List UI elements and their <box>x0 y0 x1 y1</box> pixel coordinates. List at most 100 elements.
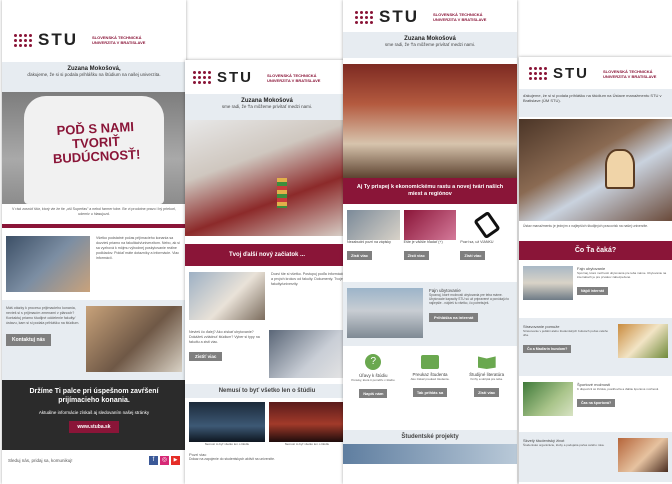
icon-col-3-text: Knihy a skriptá pre teba. <box>470 377 503 381</box>
email-header: STU SLOVENSKÁ TECHNICKÁ UNIVERZITA V BRA… <box>185 60 349 94</box>
hero-photo-cartoon-students <box>519 119 672 221</box>
instagram-icon[interactable]: ◎ <box>160 455 169 465</box>
website-button[interactable]: www.stuba.sk <box>69 421 119 433</box>
contact-button[interactable]: Kontaktuj nás <box>6 334 52 346</box>
tile-3-title: Pozri sa, už VIANKU <box>460 240 494 244</box>
item-3-button[interactable]: Čas na športová? <box>577 399 616 407</box>
thanks-text: ďakujeme, že si si podala prihlášku na š… <box>523 93 662 103</box>
info-block-2-text: Máš otázky k procesu prijímacieho konani… <box>6 306 80 325</box>
section-banner: Aj Ty prispej k ekonomickému rastu a nov… <box>343 178 517 204</box>
photo-caption: Ústav manažmentu je jedným z najlepších … <box>523 224 649 228</box>
row-1: Dozvi šte si všetko. Postupuj podľa info… <box>185 266 349 326</box>
email-header: STU SLOVENSKÁ TECHNICKÁ UNIVERZITA V BRA… <box>343 0 517 32</box>
housing-block: Fajn ubytovanie Spoznaj, ktoré možnosti … <box>343 282 517 346</box>
icon-col-3-button[interactable]: Zistí viac <box>474 388 500 397</box>
hero-photo-jenga <box>185 120 349 236</box>
photo-dormitory <box>347 288 423 338</box>
event-col-1: Nemusí to byť všetko len o štúdiu <box>189 402 265 446</box>
icon-col-1-button[interactable]: Napíš nám <box>359 389 388 398</box>
youtube-icon[interactable]: ▶ <box>171 455 180 465</box>
info-block-2-body: Máš otázky k procesu prijímacieho konani… <box>6 306 80 374</box>
photo-caption: V ráci zosnúť štúr, ktorý vie že tie „oš… <box>12 207 176 216</box>
logo-wordmark: STU <box>38 30 78 49</box>
item-3-body: Športové možnosti K dispozícii sú ihrisk… <box>577 382 668 426</box>
photo-laptop-group <box>189 272 265 320</box>
row-1-text: Dozvi šte si všetko. Postupuj podľa info… <box>271 272 344 286</box>
email-header: STU SLOVENSKÁ TECHNICKÁ UNIVERZITA V BRA… <box>519 57 672 89</box>
what-awaits-banner: Čo Ťa čaká? <box>519 241 672 260</box>
item-1-button[interactable]: Nájdi internát <box>577 287 608 295</box>
stu-logo[interactable]: STU SLOVENSKÁ TECHNICKÁ UNIVERZITA V BRA… <box>529 65 672 82</box>
item-1: Fajn ubytovanie Spoznaj, ktoré možnosti … <box>519 260 672 318</box>
photo-student-life <box>618 438 668 472</box>
row-2: Nevieš čo ďalej? Ako získať ubytovanie? … <box>185 326 349 384</box>
dark-cta-block: Držíme Ti palce pri úspešnom zavŕšení pr… <box>2 380 186 450</box>
tile-2-button[interactable]: Zistí viac <box>403 251 429 260</box>
item-2-button[interactable]: Čo a Maďarín hundom? <box>523 345 572 353</box>
hero-photo-lecture-hall <box>343 64 517 178</box>
jenga-tower <box>277 178 287 208</box>
cta-title: Držíme Ti palce pri úspešnom zavŕšení pr… <box>29 388 159 404</box>
icon-col-2: Preukaz študenta Ako získať preukaz štud… <box>404 354 457 422</box>
logo-wordmark: STU <box>553 65 589 82</box>
find-more-button[interactable]: Zistiť viac <box>189 352 223 361</box>
icon-row: ? Úľavy k štúdiu Ponuky, ktoré ti pomôžu… <box>343 346 517 430</box>
projects-photo <box>343 444 517 464</box>
bottom-text: Dokaz na zapojenie do studentskych aktiv… <box>189 457 275 461</box>
tile-3: Pozri sa, už VIANKU Zistí viac <box>460 210 513 276</box>
screenshot-collage: STU SLOVENSKÁ TECHNICKÁ UNIVERZITA V BRA… <box>0 0 672 484</box>
facebook-icon[interactable]: f <box>149 455 158 465</box>
event-photos: Nemusí to byť všetko len o štúdiu Nemusí… <box>185 398 349 450</box>
item-1-text: Spoznaj, ktoré možnosti ubytovania pre t… <box>577 271 667 279</box>
greeting-panel: Zuzana Mokošová sme radi, že Ťa môžeme p… <box>343 32 517 58</box>
photo-cathedral <box>189 402 265 442</box>
dormitory-apply-button[interactable]: Prihláška na internát <box>429 312 479 322</box>
logo-wordmark: STU <box>217 69 253 86</box>
event-col-2-caption: Nemusí to byť všetko len o štúdiu <box>284 442 330 446</box>
welcome-text: sme radi, že Ťa môžeme privítať medzi na… <box>221 104 313 109</box>
stu-logo[interactable]: STU SLOVENSKÁ TECHNICKÁ UNIVERZITA V BRA… <box>14 30 186 50</box>
photo-tile-1 <box>347 210 400 240</box>
logo-wordmark: STU <box>379 7 419 26</box>
row-2-text: Nevieš čo ďalej? Ako získať ubytovanie? … <box>189 330 260 344</box>
section-banner: Tvoj ďalší nový začiatok ... <box>185 244 349 266</box>
tile-1: Nezabudni pozri na zápisky Zistí viac <box>347 210 400 276</box>
logo-subtitle: SLOVENSKÁ TECHNICKÁ UNIVERZITA V BRATISL… <box>92 35 146 45</box>
email-header: STU SLOVENSKÁ TECHNICKÁ UNIVERZITA V BRA… <box>2 0 186 62</box>
photo-concert <box>269 402 345 442</box>
projects-title: Študentské projekty <box>343 430 517 444</box>
photo-dorm <box>523 266 573 300</box>
icon-col-1-text: Ponuky, ktoré ti pomôžu v štúdiu. <box>351 378 396 382</box>
item-3-text: K dispozícii sú ihriská, posilňovňa a ďa… <box>577 387 660 391</box>
info-block-1-text: Všetko podstatné počas prijímacieho kona… <box>96 236 180 260</box>
event-col-1-caption: Nemusí to byť všetko len o štúdiu <box>204 442 250 446</box>
book-icon <box>477 356 496 369</box>
section-title: Nemusí to byť všetko len o štúdiu <box>185 384 349 398</box>
icon-col-3: Študijné literatúra Knihy a skriptá pre … <box>460 354 513 422</box>
photo-student-phone <box>6 236 90 292</box>
item-2: Stravovanie pomuže Stravovanie v jedálni… <box>519 318 672 376</box>
cta-text: Aktuálne informácie získaš aj sledovaním… <box>38 410 150 415</box>
hero-photo-shirt: POĎ S NAMI TVORIŤ BUDÚCNOSŤ! <box>2 92 186 204</box>
welcome-text: sme radi, že Ťa môžeme privítať medzi na… <box>384 42 476 47</box>
footer-text: Sleduj nás, pridaj sa, komunikuj! <box>8 457 73 463</box>
logo-subtitle: SLOVENSKÁ TECHNICKÁ UNIVERZITA V BRATISL… <box>603 68 657 79</box>
icon-col-1: ? Úľavy k štúdiu Ponuky, ktoré ti pomôžu… <box>347 354 400 422</box>
item-2-body: Stravovanie pomuže Stravovanie v jedálni… <box>523 324 614 370</box>
photo-sport <box>523 382 573 416</box>
greeting-panel: ďakujeme, že si si podala prihlášku na š… <box>519 89 672 117</box>
logo-dots-icon <box>193 71 211 84</box>
tile-3-button[interactable]: Zistí viac <box>460 251 486 260</box>
icon-col-2-button[interactable]: Tak prihlás sa <box>412 388 448 397</box>
bottom-row: Pozri viac Dokaz na zapojenie do student… <box>185 450 349 463</box>
shirt-slogan: POĎ S NAMI TVORIŤ BUDÚCNOSŤ! <box>52 119 141 167</box>
logo-dots-icon <box>355 10 373 24</box>
logo-dots-icon <box>14 33 32 47</box>
info-block-1: Všetko podstatné počas prijímacieho kona… <box>2 228 186 300</box>
tile-1-button[interactable]: Zistí viac <box>347 251 373 260</box>
logo-subtitle: SLOVENSKÁ TECHNICKÁ UNIVERZITA V BRATISL… <box>433 12 487 22</box>
stu-logo[interactable]: STU SLOVENSKÁ TECHNICKÁ UNIVERZITA V BRA… <box>355 7 517 27</box>
stu-logo[interactable]: STU SLOVENSKÁ TECHNICKÁ UNIVERZITA V BRA… <box>193 69 349 86</box>
logo-dots-icon <box>529 67 547 80</box>
thanks-text: ďakujeme, že si si podala prihlášku na š… <box>27 72 161 77</box>
